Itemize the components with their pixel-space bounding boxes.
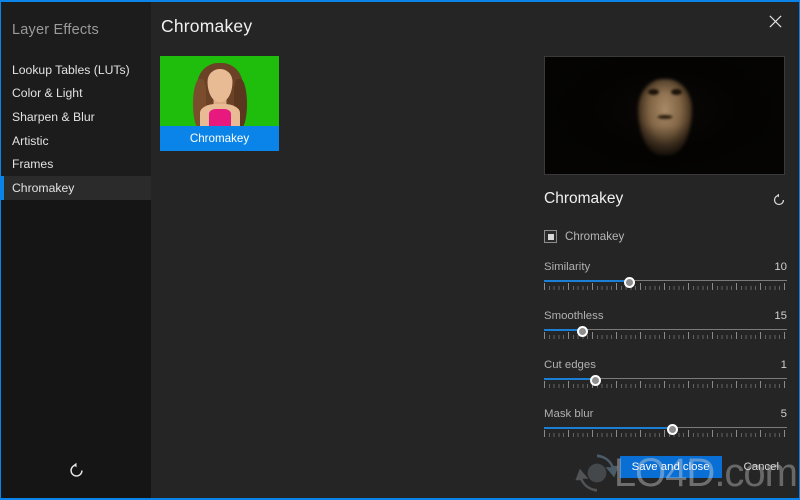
slider-label-cut-edges: Cut edges bbox=[544, 359, 596, 371]
sidebar-item-sharpen-and-blur[interactable]: Sharpen & Blur bbox=[1, 105, 151, 129]
preview-eye-left bbox=[647, 89, 659, 95]
preview-eye-right bbox=[670, 89, 682, 95]
slider-header: Similarity 10 bbox=[544, 261, 787, 273]
dialog-footer: Save and close Cancel bbox=[619, 456, 791, 478]
slider-ticks-major bbox=[544, 281, 787, 292]
sidebar-item-label: Artistic bbox=[12, 133, 49, 148]
slider-fill bbox=[544, 378, 596, 380]
slider-value-mask-blur: 5 bbox=[780, 408, 787, 420]
sidebar-item-frames[interactable]: Frames bbox=[1, 152, 151, 176]
thumbnail-top bbox=[208, 109, 231, 126]
sidebar: Layer Effects Lookup Tables (LUTs) Color… bbox=[1, 2, 151, 498]
sidebar-item-label: Frames bbox=[12, 157, 54, 172]
sidebar-item-label: Color & Light bbox=[12, 86, 83, 101]
slider-fill bbox=[544, 427, 673, 429]
slider-header: Mask blur 5 bbox=[544, 408, 787, 420]
slider-header: Cut edges 1 bbox=[544, 359, 787, 371]
slider-thumb-similarity[interactable] bbox=[623, 277, 635, 288]
settings-reset-icon[interactable] bbox=[772, 193, 786, 207]
slider-header: Smoothless 15 bbox=[544, 310, 787, 322]
slider-group-smoothless: Smoothless 15 bbox=[544, 310, 787, 341]
slider-ticks-major bbox=[544, 379, 787, 390]
sidebar-item-label: Chromakey bbox=[12, 180, 75, 195]
slider-mask-blur[interactable] bbox=[544, 424, 787, 439]
close-button[interactable] bbox=[757, 6, 793, 36]
slider-label-smoothless: Smoothless bbox=[544, 310, 604, 322]
content-area: Chromakey Chromakey Chromakey Chromakey … bbox=[151, 2, 799, 498]
sidebar-item-chromakey[interactable]: Chromakey bbox=[1, 175, 151, 200]
slider-value-similarity: 10 bbox=[774, 261, 787, 273]
slider-smoothless[interactable] bbox=[544, 326, 787, 341]
slider-similarity[interactable] bbox=[544, 277, 787, 292]
sidebar-item-label: Lookup Tables (LUTs) bbox=[12, 62, 130, 77]
reset-icon bbox=[773, 193, 785, 206]
slider-group-cut-edges: Cut edges 1 bbox=[544, 359, 787, 390]
effect-card-chromakey[interactable]: Chromakey bbox=[160, 56, 279, 151]
sidebar-item-color-and-light[interactable]: Color & Light bbox=[1, 82, 151, 106]
slider-value-cut-edges: 1 bbox=[780, 359, 787, 371]
effect-card-label: Chromakey bbox=[160, 126, 279, 151]
close-icon bbox=[768, 14, 782, 28]
save-and-close-button[interactable]: Save and close bbox=[619, 456, 722, 478]
checkbox-icon[interactable] bbox=[544, 230, 557, 243]
chromakey-enable-checkbox-row[interactable]: Chromakey bbox=[544, 230, 787, 243]
sidebar-empty-area bbox=[1, 200, 151, 498]
sidebar-title: Layer Effects bbox=[12, 22, 99, 38]
settings-header: Chromakey bbox=[544, 190, 787, 218]
chromakey-checkbox-label: Chromakey bbox=[565, 230, 625, 243]
sidebar-category-list: Lookup Tables (LUTs) Color & Light Sharp… bbox=[1, 58, 151, 200]
settings-panel: Chromakey Chromakey Similarity 10 Smooth… bbox=[544, 190, 787, 439]
slider-group-mask-blur: Mask blur 5 bbox=[544, 408, 787, 439]
settings-title: Chromakey bbox=[544, 190, 624, 207]
preview-image bbox=[544, 56, 785, 175]
slider-label-similarity: Similarity bbox=[544, 261, 591, 273]
slider-ticks-major bbox=[544, 428, 787, 439]
preview-mouth bbox=[657, 115, 672, 119]
slider-fill bbox=[544, 280, 630, 282]
slider-group-similarity: Similarity 10 bbox=[544, 261, 787, 292]
reset-icon bbox=[70, 462, 83, 477]
slider-value-smoothless: 15 bbox=[774, 310, 787, 322]
slider-label-mask-blur: Mask blur bbox=[544, 408, 594, 420]
page-title: Chromakey bbox=[161, 16, 253, 36]
effect-thumbnail-image bbox=[160, 56, 279, 126]
sidebar-item-artistic[interactable]: Artistic bbox=[1, 129, 151, 153]
sidebar-reset-icon[interactable] bbox=[68, 462, 85, 479]
cancel-button[interactable]: Cancel bbox=[732, 456, 791, 478]
slider-thumb-cut-edges[interactable] bbox=[589, 375, 601, 386]
sidebar-item-lookup-tables[interactable]: Lookup Tables (LUTs) bbox=[1, 58, 151, 82]
slider-cut-edges[interactable] bbox=[544, 375, 787, 390]
sidebar-item-label: Sharpen & Blur bbox=[12, 109, 95, 124]
effects-dialog-window: Layer Effects Lookup Tables (LUTs) Color… bbox=[0, 0, 800, 500]
